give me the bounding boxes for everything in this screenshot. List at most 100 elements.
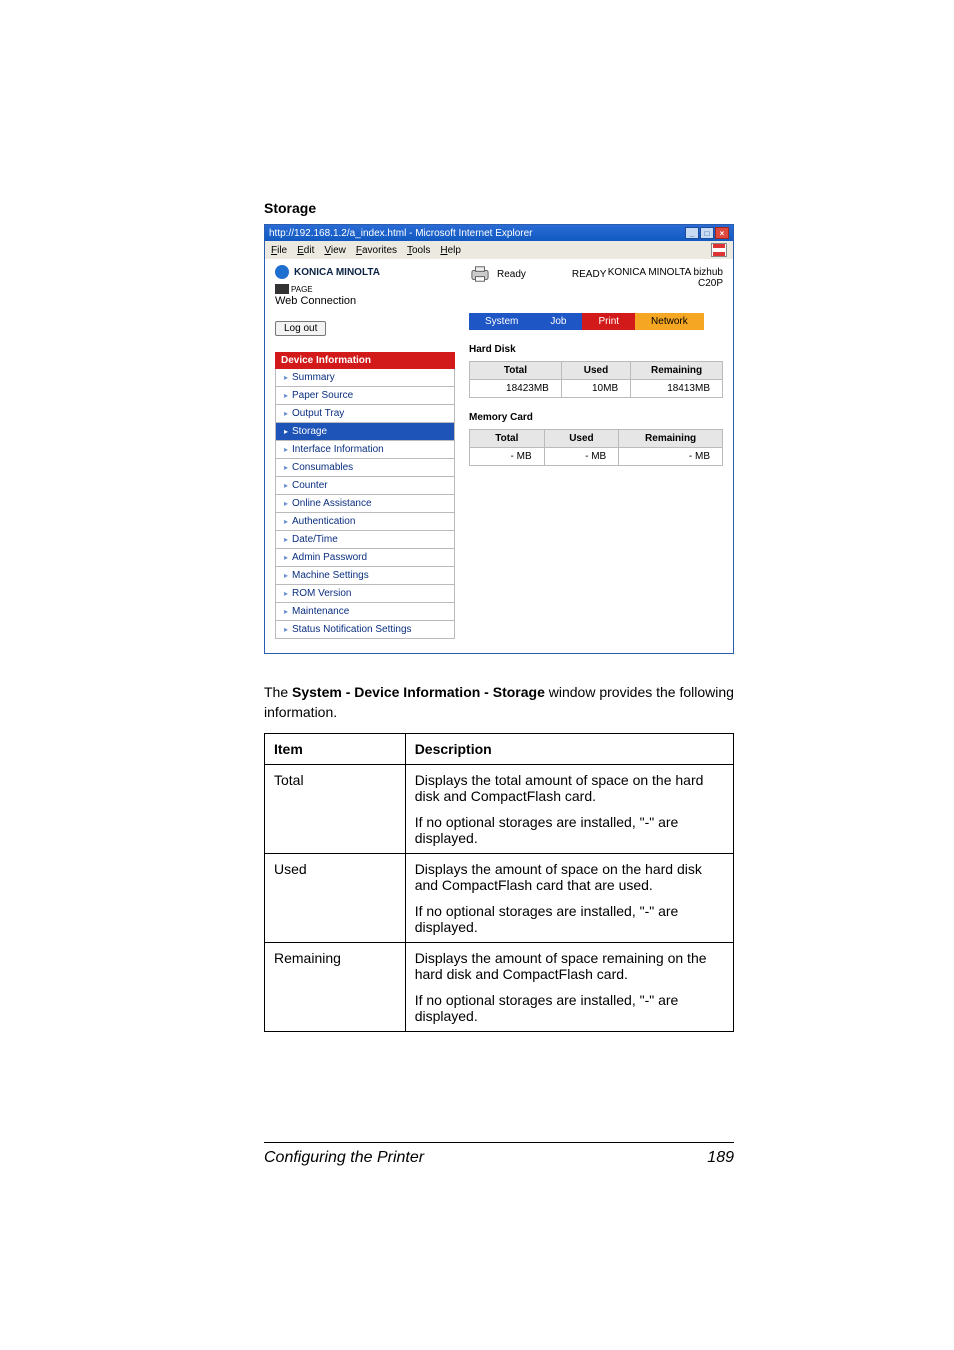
- hard-disk-title: Hard Disk: [469, 344, 723, 355]
- printer-icon: [469, 265, 491, 283]
- chevron-right-icon: ▸: [284, 463, 288, 472]
- hd-val-used: 10MB: [561, 380, 630, 398]
- sidebar-item-online-assistance[interactable]: ▸ Online Assistance: [275, 495, 455, 513]
- sidebar-item-label: Machine Settings: [292, 570, 369, 581]
- browser-window: http://192.168.1.2/a_index.html - Micros…: [264, 224, 734, 654]
- sidebar-item-interface-information[interactable]: ▸ Interface Information: [275, 441, 455, 459]
- chevron-right-icon: ▸: [284, 553, 288, 562]
- sidebar-item-label: Authentication: [292, 516, 355, 527]
- sidebar: Device Information ▸Summary▸Paper Source…: [275, 352, 455, 639]
- sidebar-item-label: Interface Information: [292, 444, 384, 455]
- hard-disk-table: Total Used Remaining 18423MB 10MB 18413M…: [469, 361, 723, 398]
- pagescope-icon: [275, 284, 289, 294]
- minimize-icon[interactable]: _: [685, 227, 699, 239]
- chevron-right-icon: ▸: [284, 625, 288, 634]
- sidebar-item-label: Consumables: [292, 462, 353, 473]
- sidebar-item-admin-password[interactable]: ▸Admin Password: [275, 549, 455, 567]
- device-model: KONICA MINOLTA bizhub C20P: [606, 267, 723, 289]
- sidebar-header: Device Information: [275, 352, 455, 369]
- ie-logo-icon: [711, 243, 727, 257]
- brand-name: KONICA MINOLTA: [294, 267, 380, 278]
- sidebar-item-counter[interactable]: ▸Counter: [275, 477, 455, 495]
- sidebar-item-label: Storage: [292, 426, 327, 437]
- chevron-right-icon: ▸: [284, 571, 288, 580]
- mc-val-remaining: - MB: [619, 448, 723, 466]
- sidebar-item-machine-settings[interactable]: ▸ Machine Settings: [275, 567, 455, 585]
- menu-view[interactable]: View: [324, 245, 346, 256]
- mc-col-total: Total: [470, 430, 545, 448]
- tab-system[interactable]: System: [469, 313, 534, 330]
- sidebar-item-consumables[interactable]: ▸ Consumables: [275, 459, 455, 477]
- info-desc-paragraph: Displays the total amount of space on th…: [415, 772, 724, 804]
- hd-val-remaining: 18413MB: [631, 380, 723, 398]
- mc-col-used: Used: [544, 430, 619, 448]
- chevron-right-icon: ▸: [284, 481, 288, 490]
- sidebar-item-rom-version[interactable]: ▸ ROM Version: [275, 585, 455, 603]
- footer-page-number: 189: [707, 1149, 734, 1167]
- chevron-right-icon: ▸: [284, 499, 288, 508]
- memory-card-title: Memory Card: [469, 412, 723, 423]
- menu-edit[interactable]: Edit: [297, 245, 314, 256]
- info-desc-paragraph: If no optional storages are installed, "…: [415, 992, 724, 1024]
- table-row: RemainingDisplays the amount of space re…: [265, 942, 734, 1031]
- info-desc-paragraph: Displays the amount of space remaining o…: [415, 950, 724, 982]
- close-icon[interactable]: ×: [715, 227, 729, 239]
- chevron-right-icon: ▸: [284, 445, 288, 454]
- sidebar-item-paper-source[interactable]: ▸Paper Source: [275, 387, 455, 405]
- brand-logo: KONICA MINOLTA: [275, 265, 455, 279]
- section-heading: Storage: [264, 200, 734, 216]
- info-desc: Displays the amount of space remaining o…: [405, 942, 733, 1031]
- info-table: Item Description TotalDisplays the total…: [264, 733, 734, 1032]
- window-controls: _ □ ×: [685, 227, 729, 239]
- sidebar-item-label: Online Assistance: [292, 498, 372, 509]
- chevron-right-icon: ▸: [284, 589, 288, 598]
- mc-col-remaining: Remaining: [619, 430, 723, 448]
- window-title: http://192.168.1.2/a_index.html - Micros…: [269, 228, 532, 239]
- sidebar-item-label: Date/Time: [292, 534, 338, 545]
- page-footer: Configuring the Printer 189: [264, 1142, 734, 1167]
- maximize-icon[interactable]: □: [700, 227, 714, 239]
- ready-label: Ready: [497, 269, 526, 280]
- hd-col-total: Total: [470, 362, 562, 380]
- chevron-right-icon: ▸: [284, 373, 288, 382]
- info-desc-paragraph: If no optional storages are installed, "…: [415, 814, 724, 846]
- info-desc-paragraph: If no optional storages are installed, "…: [415, 903, 724, 935]
- menu-tools[interactable]: Tools: [407, 245, 430, 256]
- tab-row: System Job Print Network: [469, 313, 723, 330]
- chevron-right-icon: ▸: [284, 391, 288, 400]
- chevron-right-icon: ▸: [284, 517, 288, 526]
- info-desc-paragraph: Displays the amount of space on the hard…: [415, 861, 724, 893]
- window-titlebar: http://192.168.1.2/a_index.html - Micros…: [265, 225, 733, 241]
- menu-help[interactable]: Help: [440, 245, 461, 256]
- sidebar-item-label: Status Notification Settings: [292, 624, 412, 635]
- pagescope-label: PAGEWeb Connection: [275, 283, 455, 307]
- hd-val-total: 18423MB: [470, 380, 562, 398]
- tab-job[interactable]: Job: [534, 313, 582, 330]
- hd-col-used: Used: [561, 362, 630, 380]
- menu-favorites[interactable]: Favorites: [356, 245, 397, 256]
- table-row: UsedDisplays the amount of space on the …: [265, 853, 734, 942]
- mc-val-used: - MB: [544, 448, 619, 466]
- sidebar-item-storage[interactable]: ▸ Storage: [275, 423, 455, 441]
- menu-file[interactable]: File: [271, 245, 287, 256]
- chevron-right-icon: ▸: [284, 427, 288, 436]
- mc-val-total: - MB: [470, 448, 545, 466]
- sidebar-item-label: Maintenance: [292, 606, 349, 617]
- chevron-right-icon: ▸: [284, 409, 288, 418]
- logout-button[interactable]: Log out: [275, 321, 326, 336]
- sidebar-item-status-notification-settings[interactable]: ▸ Status Notification Settings: [275, 621, 455, 639]
- sidebar-item-maintenance[interactable]: ▸ Maintenance: [275, 603, 455, 621]
- chevron-right-icon: ▸: [284, 607, 288, 616]
- sidebar-item-output-tray[interactable]: ▸Output Tray: [275, 405, 455, 423]
- sidebar-item-date-time[interactable]: ▸Date/Time: [275, 531, 455, 549]
- tab-network[interactable]: Network: [635, 313, 704, 330]
- tab-print[interactable]: Print: [582, 313, 635, 330]
- sidebar-item-label: ROM Version: [292, 588, 351, 599]
- info-header-desc: Description: [405, 733, 733, 764]
- description-text: The System - Device Information - Storag…: [264, 682, 734, 723]
- sidebar-item-summary[interactable]: ▸Summary: [275, 369, 455, 387]
- sidebar-item-authentication[interactable]: ▸ Authentication: [275, 513, 455, 531]
- ready-status: READY: [572, 269, 606, 280]
- menubar: File Edit View Favorites Tools Help: [265, 241, 733, 259]
- hd-col-remaining: Remaining: [631, 362, 723, 380]
